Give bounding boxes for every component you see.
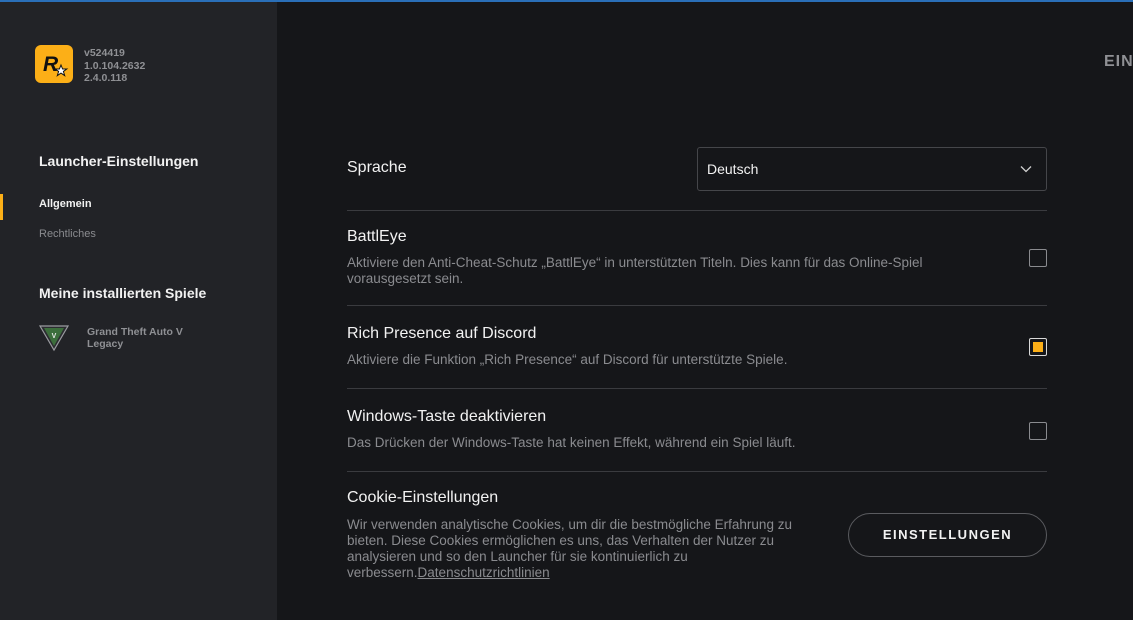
cookie-description-line-3: analysieren und so den Launcher für sie … bbox=[347, 549, 688, 564]
language-selected-value: Deutsch bbox=[707, 161, 759, 177]
installed-games-heading: Meine installierten Spiele bbox=[39, 285, 207, 301]
privacy-policy-link[interactable]: Datenschutzrichtlinien bbox=[418, 565, 550, 580]
battleye-description: Aktiviere den Anti-Cheat-Schutz „BattlEy… bbox=[347, 255, 923, 287]
language-select[interactable]: Deutsch bbox=[697, 147, 1047, 191]
game-title-line-1: Grand Theft Auto V bbox=[87, 326, 183, 338]
active-nav-indicator bbox=[0, 194, 3, 220]
divider bbox=[347, 210, 1047, 211]
divider bbox=[347, 388, 1047, 389]
gta-v-logo-icon: V bbox=[38, 324, 70, 352]
version-info: v524419 1.0.104.2632 2.4.0.118 bbox=[84, 47, 145, 85]
divider bbox=[347, 471, 1047, 472]
divider bbox=[347, 305, 1047, 306]
sidebar: R v524419 1.0.104.2632 2.4.0.118 Launche… bbox=[0, 2, 277, 620]
cookie-settings-button[interactable]: EINSTELLUNGEN bbox=[848, 513, 1047, 557]
battleye-description-line-2: vorausgesetzt sein. bbox=[347, 271, 464, 286]
sidebar-item-rechtliches[interactable]: Rechtliches bbox=[39, 228, 96, 240]
sidebar-item-allgemein[interactable]: Allgemein bbox=[39, 198, 92, 210]
windows-key-checkbox[interactable] bbox=[1029, 422, 1047, 440]
discord-rich-presence-checkbox[interactable] bbox=[1029, 338, 1047, 356]
battleye-checkbox[interactable] bbox=[1029, 249, 1047, 267]
cookie-description-line-4: verbessern. bbox=[347, 565, 418, 580]
windows-key-title: Windows-Taste deaktivieren bbox=[347, 408, 547, 425]
game-version: 1.0.104.2632 bbox=[84, 59, 146, 72]
game-title-line-2: Legacy bbox=[87, 338, 124, 350]
rockstar-logo-icon: R bbox=[35, 45, 73, 83]
launcher-version: v524419 bbox=[84, 47, 125, 59]
settings-panel: EIN Sprache Deutsch BattlEye Aktiviere d… bbox=[277, 2, 1133, 620]
language-label: Sprache bbox=[347, 159, 407, 176]
battleye-description-line-1: Aktiviere den Anti-Cheat-Schutz „BattlEy… bbox=[347, 255, 923, 270]
cookie-settings-title: Cookie-Einstellungen bbox=[347, 489, 499, 506]
game-title: Grand Theft Auto V Legacy bbox=[87, 326, 183, 350]
battleye-title: BattlEye bbox=[347, 228, 407, 245]
service-version: 2.4.0.118 bbox=[84, 72, 128, 84]
launcher-settings-heading: Launcher-Einstellungen bbox=[39, 153, 199, 169]
sidebar-item-gta-v-legacy[interactable]: V Grand Theft Auto V Legacy bbox=[38, 324, 258, 354]
chevron-down-icon bbox=[1020, 166, 1032, 173]
header-truncated-label: EIN bbox=[1104, 53, 1133, 70]
cookie-settings-description: Wir verwenden analytische Cookies, um di… bbox=[347, 517, 827, 581]
checkbox-checked-indicator bbox=[1033, 342, 1043, 352]
cookie-description-line-2: bieten. Diese Cookies ermöglichen es uns… bbox=[347, 533, 774, 548]
windows-key-description: Das Drücken der Windows-Taste hat keinen… bbox=[347, 435, 796, 450]
svg-text:V: V bbox=[52, 333, 57, 340]
svg-text:R: R bbox=[43, 53, 59, 76]
discord-rich-presence-description: Aktiviere die Funktion „Rich Presence“ a… bbox=[347, 352, 788, 367]
discord-rich-presence-title: Rich Presence auf Discord bbox=[347, 325, 537, 342]
cookie-description-line-1: Wir verwenden analytische Cookies, um di… bbox=[347, 517, 792, 532]
